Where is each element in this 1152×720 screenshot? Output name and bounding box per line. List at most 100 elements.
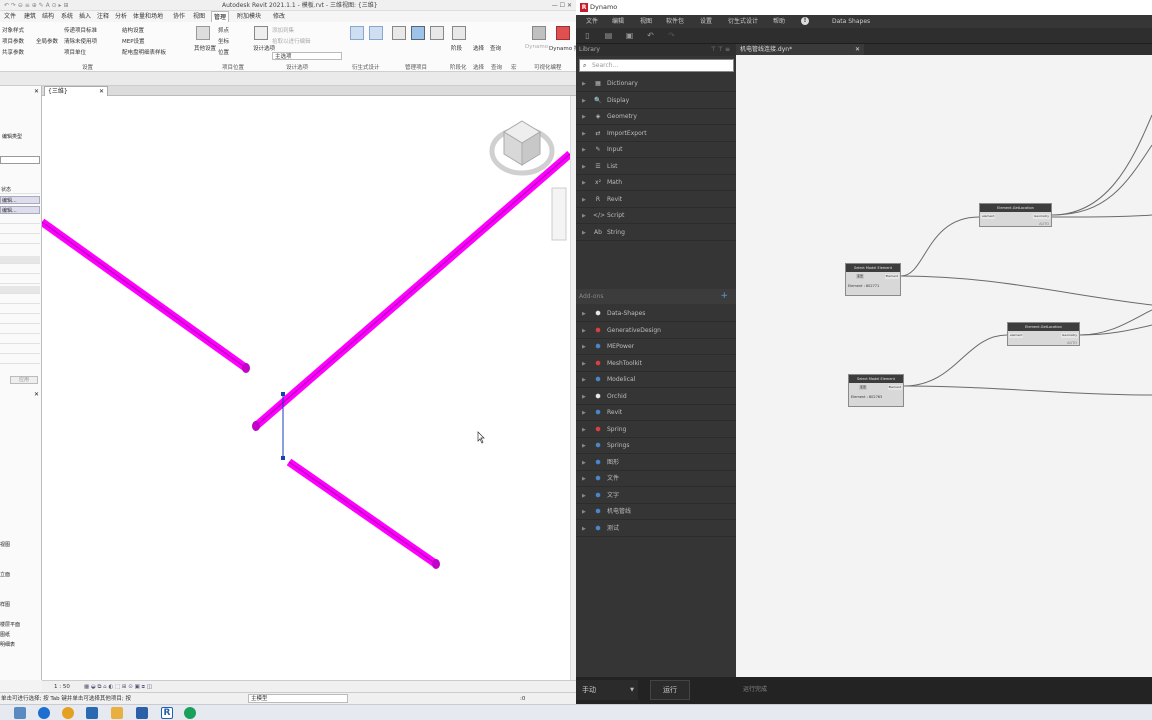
property-group-header[interactable]	[0, 286, 40, 294]
3d-viewport[interactable]	[39, 96, 573, 680]
redo-icon[interactable]: ↷	[667, 31, 676, 40]
generative-results-icon[interactable]	[369, 26, 383, 40]
menu-file[interactable]: 文件	[586, 15, 598, 28]
addon-item[interactable]: ▶ ⬢ MeshToolkit	[576, 356, 736, 372]
output-port[interactable]: Element	[884, 274, 899, 279]
close-browser-icon[interactable]: ✕	[34, 391, 39, 398]
output-port[interactable]: Geometry	[1061, 333, 1078, 338]
node-element-getlocation-2[interactable]: Element.GetLocation element Geometry AUT…	[1007, 322, 1080, 346]
ribbon-project-params[interactable]: 项目参数	[2, 37, 24, 45]
library-options-icon[interactable]: ⊤ ⊤ ≡	[711, 44, 730, 56]
run-button[interactable]: 运行	[650, 680, 690, 700]
task-view-icon[interactable]	[14, 707, 26, 719]
menu-help[interactable]: 帮助	[773, 15, 785, 28]
quick-access-icons[interactable]: ↶ ↷ ⊖ ≡ ⊕ ✎ A ⊙ ▸ ⊞	[4, 0, 69, 11]
apply-button[interactable]: 应用	[10, 376, 38, 384]
new-file-icon[interactable]: ▯	[583, 31, 592, 40]
wire[interactable]	[1051, 144, 1152, 216]
view-cube-icon[interactable]	[489, 120, 555, 176]
tab-view[interactable]: 视图	[191, 11, 207, 22]
library-item[interactable]: ▶ 🔍 Display	[576, 93, 736, 109]
ribbon-shared-params[interactable]: 共享参数	[2, 48, 24, 56]
ribbon-dynamo[interactable]: Dynamo	[525, 44, 548, 50]
ribbon-location[interactable]: 位置	[218, 48, 229, 56]
wrench-icon[interactable]	[196, 26, 210, 40]
tab-annotate[interactable]: 注释	[95, 11, 111, 22]
menu-settings[interactable]: 设置	[700, 15, 712, 28]
ribbon-coordinates[interactable]: 坐标	[218, 37, 229, 45]
menu-view[interactable]: 视图	[640, 15, 652, 28]
library-item[interactable]: ▶ x² Math	[576, 175, 736, 191]
ribbon-mep-settings[interactable]: MEP设置	[122, 37, 145, 45]
menu-generative[interactable]: 衍生式设计	[728, 15, 758, 28]
app-icon[interactable]	[86, 707, 98, 719]
node-select-model-element-1[interactable]: Select Model Element 变更 Element Element …	[845, 263, 901, 296]
add-package-icon[interactable]: +	[720, 289, 728, 304]
tab-analyze[interactable]: 分析	[113, 11, 129, 22]
model-select[interactable]: 主模型	[248, 694, 348, 703]
ribbon-transfer-standards[interactable]: 传递项目标准	[64, 26, 97, 34]
wire[interactable]	[903, 334, 1008, 387]
ribbon-project-units[interactable]: 项目单位	[64, 48, 86, 56]
undo-icon[interactable]: ↶	[646, 31, 655, 40]
close-icon[interactable]: ✕	[34, 88, 39, 95]
edit-button[interactable]: 编辑...	[0, 196, 40, 204]
browser-drafting[interactable]: 样图	[0, 601, 10, 608]
open-file-icon[interactable]: ▤	[604, 31, 613, 40]
file-explorer-icon[interactable]	[111, 707, 123, 719]
tab-insert[interactable]: 插入	[77, 11, 93, 22]
change-button[interactable]: 变更	[859, 385, 868, 390]
menu-packages[interactable]: 软件包	[666, 15, 684, 28]
library-item[interactable]: ▶ </> Script	[576, 208, 736, 224]
manage-links-icon[interactable]	[392, 26, 406, 40]
tab-architecture[interactable]: 建筑	[22, 11, 38, 22]
wire[interactable]	[1079, 309, 1152, 336]
app-icon[interactable]	[184, 707, 196, 719]
browser-elevations[interactable]: 立面	[0, 571, 10, 578]
addon-item[interactable]: ▶ ⬢ Orchid	[576, 389, 736, 405]
close-view-icon[interactable]: ✕	[99, 87, 104, 96]
wire[interactable]	[1051, 114, 1152, 216]
connector-grip-top[interactable]	[281, 392, 285, 396]
ribbon-add-to-set[interactable]: 添加到集	[272, 26, 294, 34]
tab-massing[interactable]: 体量和场地	[131, 11, 165, 22]
change-button[interactable]: 变更	[856, 274, 865, 279]
browser-schedules[interactable]: 明细表	[0, 641, 15, 648]
ribbon-inquiry[interactable]: 查询	[490, 44, 501, 52]
ribbon-object-styles[interactable]: 对象样式	[2, 26, 24, 34]
chrome-browser-icon[interactable]	[62, 707, 74, 719]
wire[interactable]	[903, 385, 1152, 396]
library-item[interactable]: ▶ Ab String	[576, 225, 736, 241]
browser-sheets[interactable]: 图纸	[0, 631, 10, 638]
ribbon-global-params[interactable]: 全局参数	[36, 37, 58, 45]
addon-item[interactable]: ▶ ⬢ 图形	[576, 455, 736, 471]
library-search-input[interactable]: ⌕ Search...	[579, 59, 734, 72]
edge-browser-icon[interactable]	[38, 707, 50, 719]
addon-item[interactable]: ▶ ⬢ Spring	[576, 422, 736, 438]
browser-views[interactable]: 视图	[0, 541, 10, 548]
wire[interactable]	[900, 216, 980, 277]
tab-systems[interactable]: 系统	[59, 11, 75, 22]
property-field[interactable]	[0, 156, 40, 164]
addon-item[interactable]: ▶ ⬢ 文字	[576, 488, 736, 504]
ribbon-snap-point[interactable]: 抓点	[218, 26, 229, 34]
dynamo-icon[interactable]	[532, 26, 546, 40]
generative-design-icon[interactable]	[350, 26, 364, 40]
phases-icon[interactable]	[452, 26, 466, 40]
dynamo-player-icon[interactable]	[556, 26, 570, 40]
ribbon-structural-settings[interactable]: 结构设置	[122, 26, 144, 34]
browser-floor-plans[interactable]: 楼层平面	[0, 621, 20, 628]
workspace-tab[interactable]: 机电管线连接.dyn* ✕	[736, 44, 864, 55]
wire[interactable]	[1051, 214, 1152, 218]
connector-grip-bottom[interactable]	[281, 456, 285, 460]
tab-file[interactable]: 文件	[2, 11, 18, 22]
property-group-header[interactable]	[0, 256, 40, 264]
input-port[interactable]: element	[981, 214, 996, 219]
node-element-getlocation-1[interactable]: Element.GetLocation element Geometry AUT…	[979, 203, 1052, 227]
ribbon-phases[interactable]: 阶段	[451, 44, 462, 52]
output-port[interactable]: Element	[887, 385, 902, 390]
revit-taskbar-icon[interactable]: R	[161, 707, 173, 719]
edit-type-button[interactable]: 编辑类型	[2, 133, 22, 140]
main-option-select[interactable]: 主选项	[272, 52, 342, 60]
addon-item[interactable]: ▶ ⬢ 机电管线	[576, 504, 736, 520]
